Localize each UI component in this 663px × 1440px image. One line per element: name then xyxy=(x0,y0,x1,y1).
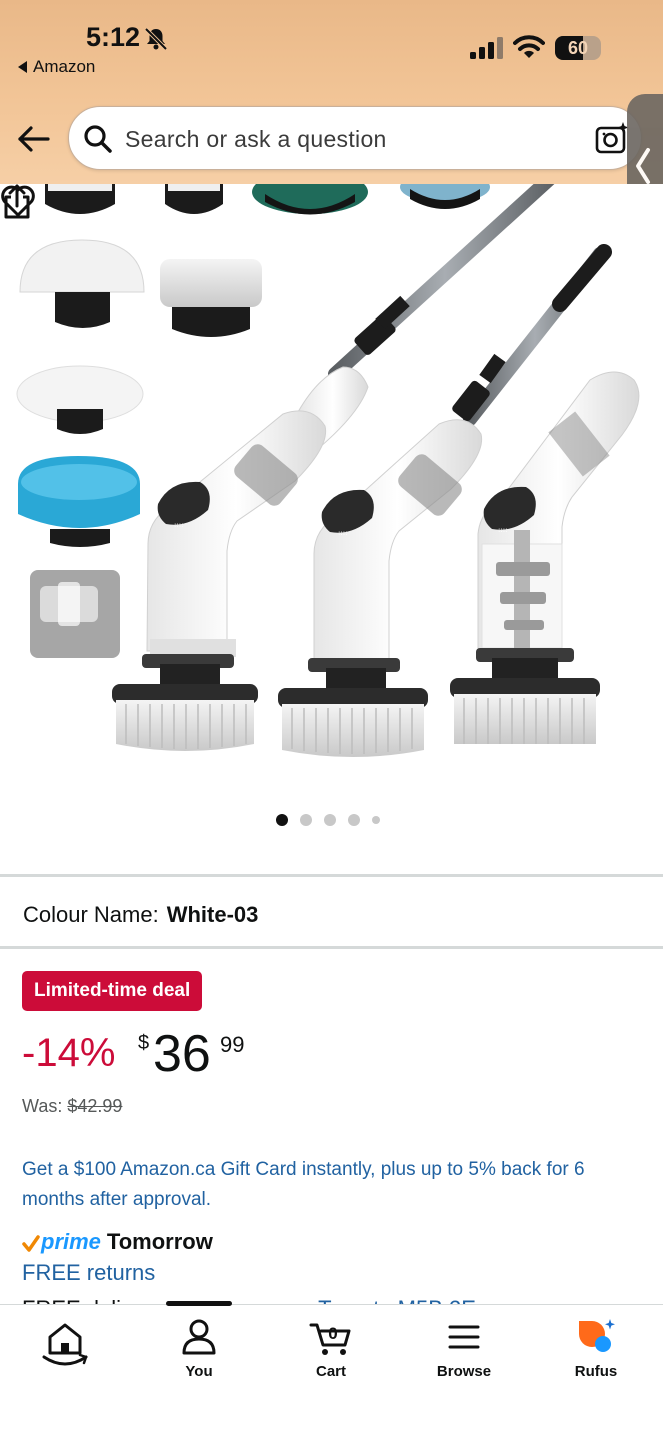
nav-browse[interactable]: Browse xyxy=(414,1317,514,1380)
gallery-dot[interactable] xyxy=(372,816,380,824)
nav-cart[interactable]: 0 Cart xyxy=(281,1317,381,1380)
battery-level: 60 xyxy=(567,38,589,58)
rufus-icon xyxy=(579,1319,615,1352)
was-price: $42.99 xyxy=(67,1096,123,1116)
spin-scrubber-3: :::: xyxy=(450,371,640,744)
share-icon[interactable] xyxy=(0,184,34,220)
free-returns-link[interactable]: FREE returns xyxy=(22,1260,155,1286)
nav-label: Rufus xyxy=(574,1363,618,1380)
discount-percent: -14% xyxy=(22,1031,116,1075)
price-whole: 36 xyxy=(153,1025,211,1083)
back-arrow-icon[interactable] xyxy=(16,122,52,156)
person-icon xyxy=(182,1319,216,1355)
back-to-app-link[interactable]: Amazon xyxy=(18,57,95,77)
search-icon xyxy=(84,125,112,153)
nav-home[interactable] xyxy=(15,1317,115,1379)
wifi-icon xyxy=(513,35,545,58)
product-page: 5:12 Amazon 60 Search or ask a question … xyxy=(0,0,663,1440)
svg-text:::::: :::: xyxy=(174,521,183,529)
svg-text:::::: :::: xyxy=(338,529,347,537)
prime-delivery: prime Tomorrow xyxy=(22,1229,213,1255)
nav-label: You xyxy=(185,1363,213,1380)
colour-label: Colour Name: xyxy=(23,902,159,927)
signal-icon xyxy=(470,37,503,59)
home-icon xyxy=(42,1323,88,1366)
brush-head-thumbnails xyxy=(16,184,490,658)
price-fraction: 99 xyxy=(220,1032,245,1057)
product-image-gallery[interactable]: :::::::::::: xyxy=(0,184,663,874)
colour-value: White-03 xyxy=(166,902,259,927)
bell-slash-icon xyxy=(144,27,168,51)
delivery-day: Tomorrow xyxy=(106,1229,213,1254)
nav-label: Cart xyxy=(315,1363,346,1380)
nav-you[interactable]: You xyxy=(149,1317,249,1380)
gallery-dot[interactable] xyxy=(324,814,336,826)
battery-icon: 60 xyxy=(555,36,601,60)
back-app-label: Amazon xyxy=(33,57,96,76)
price-symbol: $ xyxy=(138,1032,150,1054)
active-tab-indicator xyxy=(166,1301,232,1306)
cart-icon: 0 xyxy=(309,1323,351,1355)
gallery-dot[interactable] xyxy=(348,814,360,826)
gift-card-promo-link[interactable]: Get a $100 Amazon.ca Gift Card instantly… xyxy=(22,1155,642,1215)
gallery-dot[interactable] xyxy=(300,814,312,826)
deal-badge: Limited-time deal xyxy=(22,971,203,1011)
status-time: 5:12 xyxy=(86,22,141,52)
menu-icon xyxy=(448,1325,480,1349)
was-price-row: Was: $42.99 xyxy=(22,1096,122,1117)
prime-logo: prime xyxy=(41,1229,101,1254)
nav-label: Browse xyxy=(436,1363,492,1380)
colour-selector[interactable]: Colour Name: White-03 xyxy=(23,902,258,928)
back-triangle-icon xyxy=(18,61,27,73)
was-label: Was: xyxy=(22,1096,63,1116)
product-image: :::::::::::: xyxy=(16,184,640,757)
divider xyxy=(0,946,663,949)
prime-check-icon xyxy=(22,1235,40,1252)
search-placeholder: Search or ask a question xyxy=(125,126,387,152)
nav-rufus[interactable]: Rufus xyxy=(546,1317,646,1380)
cart-count: 0 xyxy=(328,1324,337,1343)
gallery-dot[interactable] xyxy=(276,814,288,826)
search-input[interactable]: Search or ask a question xyxy=(68,106,642,170)
bottom-nav: You 0 Cart Browse Rufus xyxy=(0,1301,663,1440)
svg-text:::::: :::: xyxy=(498,526,507,534)
header: 5:12 Amazon 60 Search or ask a question xyxy=(0,0,663,238)
gallery-pagination[interactable] xyxy=(276,814,380,826)
camera-icon[interactable] xyxy=(595,122,629,156)
divider xyxy=(0,874,663,877)
side-panel-chevron-icon xyxy=(636,148,650,184)
